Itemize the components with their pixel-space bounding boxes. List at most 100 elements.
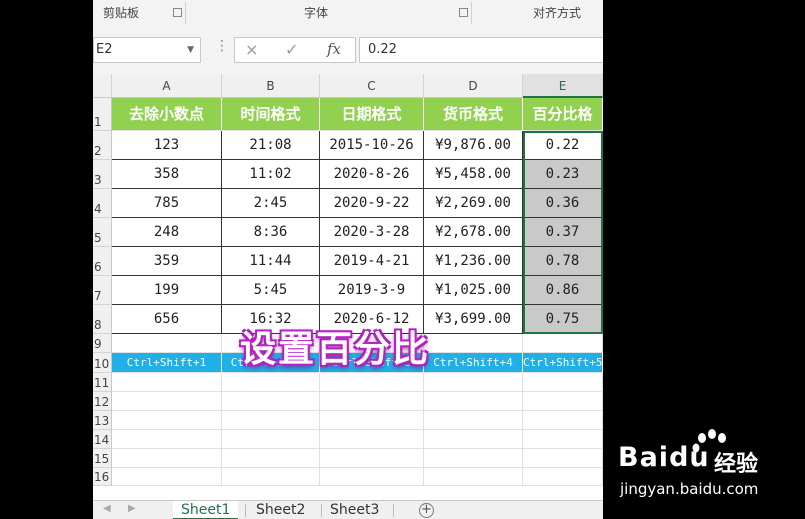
header-cell[interactable]: 日期格式: [320, 98, 424, 131]
data-cell[interactable]: ¥1,025.00: [424, 276, 523, 305]
column-header-a[interactable]: A: [112, 74, 222, 98]
ribbon-group-clipboard[interactable]: 剪贴板: [103, 0, 139, 26]
chevron-down-icon[interactable]: ▼: [187, 38, 194, 62]
empty-cell[interactable]: [523, 373, 603, 392]
header-cell[interactable]: 百分比格: [523, 98, 603, 131]
sheet-tab-2[interactable]: Sheet2: [248, 501, 313, 519]
empty-cell[interactable]: [424, 334, 523, 353]
data-cell[interactable]: 8:36: [222, 218, 320, 247]
data-cell[interactable]: 2020-3-28: [320, 218, 424, 247]
data-cell[interactable]: 0.75: [523, 305, 603, 334]
ribbon-group-alignment[interactable]: 对齐方式: [533, 0, 581, 26]
column-header-d[interactable]: D: [424, 74, 523, 98]
shortcut-cell[interactable]: Ctrl+Shift+1: [112, 353, 222, 373]
add-sheet-icon[interactable]: +: [419, 503, 434, 518]
data-cell[interactable]: 5:45: [222, 276, 320, 305]
empty-cell[interactable]: [523, 468, 603, 486]
empty-cell[interactable]: [112, 411, 222, 430]
header-cell[interactable]: 货币格式: [424, 98, 523, 131]
data-cell[interactable]: 2020-9-22: [320, 189, 424, 218]
data-cell[interactable]: ¥3,699.00: [424, 305, 523, 334]
row-header-13[interactable]: 13: [93, 411, 112, 430]
data-cell[interactable]: 2015-10-26: [320, 131, 424, 160]
data-cell[interactable]: ¥1,236.00: [424, 247, 523, 276]
row-header-16[interactable]: 16: [93, 468, 112, 486]
empty-cell[interactable]: [424, 468, 523, 486]
empty-cell[interactable]: [320, 430, 424, 449]
empty-cell[interactable]: [112, 430, 222, 449]
column-header-b[interactable]: B: [222, 74, 320, 98]
cancel-icon[interactable]: ×: [245, 40, 258, 59]
row-header-12[interactable]: 12: [93, 392, 112, 411]
row-header-9[interactable]: 9: [93, 334, 112, 353]
row-header-5[interactable]: 5: [93, 218, 112, 247]
empty-cell[interactable]: [424, 392, 523, 411]
row-header-7[interactable]: 7: [93, 276, 112, 305]
row-header-1[interactable]: 1: [93, 98, 112, 131]
row-header-3[interactable]: 3: [93, 160, 112, 189]
scroll-right-icon[interactable]: ▶: [128, 503, 136, 514]
empty-cell[interactable]: [523, 411, 603, 430]
data-cell[interactable]: 21:08: [222, 131, 320, 160]
clipboard-launcher-icon[interactable]: [173, 8, 182, 17]
row-header-10[interactable]: 10: [93, 353, 112, 373]
data-cell[interactable]: 0.23: [523, 160, 603, 189]
empty-cell[interactable]: [320, 373, 424, 392]
ribbon-group-font[interactable]: 字体: [304, 0, 328, 26]
empty-cell[interactable]: [523, 392, 603, 411]
row-header-2[interactable]: 2: [93, 131, 112, 160]
data-cell[interactable]: 359: [112, 247, 222, 276]
formula-input[interactable]: 0.22: [359, 37, 603, 63]
data-cell[interactable]: ¥9,876.00: [424, 131, 523, 160]
empty-cell[interactable]: [424, 373, 523, 392]
insert-function-icon[interactable]: fx: [327, 40, 341, 58]
empty-cell[interactable]: [523, 334, 603, 353]
data-cell[interactable]: 2:45: [222, 189, 320, 218]
header-cell[interactable]: 时间格式: [222, 98, 320, 131]
empty-cell[interactable]: [112, 373, 222, 392]
data-cell[interactable]: 2019-3-9: [320, 276, 424, 305]
row-header-8[interactable]: 8: [93, 305, 112, 334]
empty-cell[interactable]: [523, 430, 603, 449]
empty-cell[interactable]: [320, 468, 424, 486]
empty-cell[interactable]: [112, 449, 222, 468]
empty-cell[interactable]: [112, 468, 222, 486]
row-header-15[interactable]: 15: [93, 449, 112, 468]
font-launcher-icon[interactable]: [459, 8, 468, 17]
check-icon[interactable]: ✓: [285, 40, 298, 59]
empty-cell[interactable]: [112, 334, 222, 353]
select-all-corner[interactable]: [93, 74, 112, 98]
empty-cell[interactable]: [222, 468, 320, 486]
worksheet-grid[interactable]: A B C D E 1 2 3 4 5 6 7 8 9 10 11 12 13 14 15 16 去除小数点 时间格式 日期格…: [93, 74, 603, 500]
empty-cell[interactable]: [222, 430, 320, 449]
row-header-4[interactable]: 4: [93, 189, 112, 218]
empty-cell[interactable]: [222, 411, 320, 430]
empty-cell[interactable]: [424, 449, 523, 468]
data-cell[interactable]: 0.86: [523, 276, 603, 305]
column-header-e[interactable]: E: [523, 74, 603, 98]
data-cell[interactable]: 199: [112, 276, 222, 305]
empty-cell[interactable]: [222, 373, 320, 392]
empty-cell[interactable]: [320, 411, 424, 430]
data-cell[interactable]: ¥2,269.00: [424, 189, 523, 218]
data-cell[interactable]: 358: [112, 160, 222, 189]
sheet-tab-3[interactable]: Sheet3: [322, 501, 387, 519]
empty-cell[interactable]: [320, 449, 424, 468]
data-cell[interactable]: 0.37: [523, 218, 603, 247]
row-header-6[interactable]: 6: [93, 247, 112, 276]
scroll-left-icon[interactable]: ◀: [103, 503, 111, 514]
header-cell[interactable]: 去除小数点: [112, 98, 222, 131]
row-header-11[interactable]: 11: [93, 373, 112, 392]
empty-cell[interactable]: [523, 449, 603, 468]
empty-cell[interactable]: [112, 392, 222, 411]
name-box[interactable]: E2 ▼: [93, 37, 201, 63]
data-cell[interactable]: 656: [112, 305, 222, 334]
data-cell[interactable]: 2020-8-26: [320, 160, 424, 189]
empty-cell[interactable]: [222, 392, 320, 411]
data-cell[interactable]: 0.78: [523, 247, 603, 276]
data-cell[interactable]: 2019-4-21: [320, 247, 424, 276]
data-cell[interactable]: 123: [112, 131, 222, 160]
data-cell[interactable]: 0.22: [523, 131, 603, 160]
data-cell[interactable]: 11:44: [222, 247, 320, 276]
data-cell[interactable]: 248: [112, 218, 222, 247]
